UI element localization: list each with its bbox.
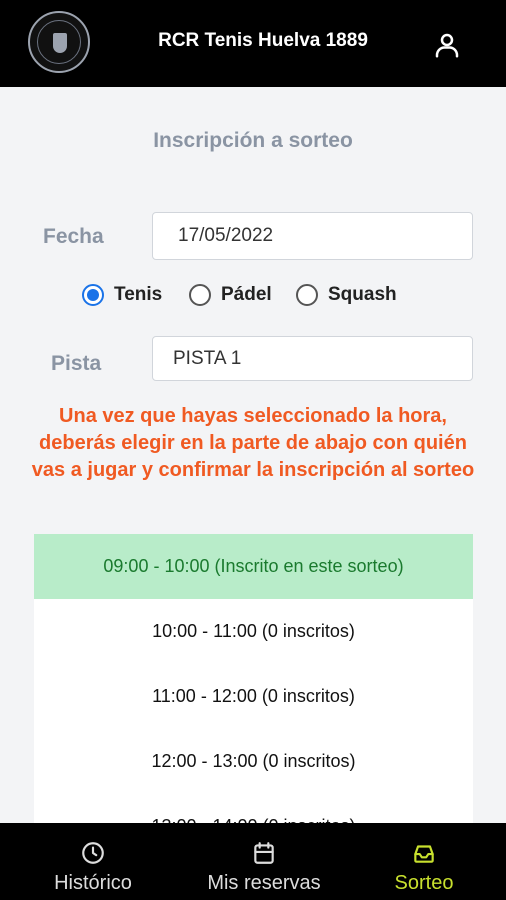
time-slot-list: 09:00 - 10:00 (Inscrito en este sorteo) … (34, 534, 473, 823)
radio-label-tenis: Tenis (114, 284, 163, 305)
radio-option-tenis[interactable]: Tenis (82, 281, 162, 309)
nav-label-historico: Histórico (54, 872, 132, 894)
fecha-label: Fecha (43, 225, 104, 248)
time-slot-item[interactable]: 12:00 - 13:00 (0 inscritos) (34, 729, 473, 794)
time-slot-item[interactable]: 13:00 - 14:00 (0 inscritos) (34, 794, 473, 823)
clock-icon (82, 842, 104, 864)
pista-select[interactable]: PISTA 1 (152, 336, 473, 381)
bottom-nav: Histórico Mis reservas Sorteo (0, 823, 506, 900)
warning-message: Una vez que hayas seleccionado la hora, … (31, 405, 475, 481)
app-title: RCR Tenis Huelva 1889 (158, 30, 368, 51)
page-title: Inscripción a sorteo (153, 129, 353, 152)
sport-radio-group: Tenis Pádel Squash (80, 281, 420, 309)
nav-label-mis-reservas: Mis reservas (207, 872, 321, 894)
time-slot-item[interactable]: 10:00 - 11:00 (0 inscritos) (34, 599, 473, 664)
radio-label-padel: Pádel (221, 284, 272, 305)
pista-label: Pista (51, 352, 102, 375)
calendar-icon (254, 842, 274, 864)
nav-historico[interactable]: Histórico (28, 823, 158, 900)
fecha-field[interactable]: 17/05/2022 (152, 212, 473, 260)
nav-sorteo[interactable]: Sorteo (374, 823, 474, 900)
inbox-icon (414, 845, 434, 863)
radio-squash[interactable] (296, 284, 318, 306)
app-header: RCR Tenis Huelva 1889 (0, 0, 506, 87)
user-icon[interactable] (432, 30, 462, 60)
club-crest-icon (28, 11, 90, 73)
radio-tenis[interactable] (82, 284, 104, 306)
radio-option-squash[interactable]: Squash (296, 281, 397, 309)
radio-label-squash: Squash (328, 284, 397, 305)
main-content: Inscripción a sorteo Fecha 17/05/2022 Te… (0, 87, 506, 823)
nav-label-sorteo: Sorteo (394, 872, 454, 894)
nav-mis-reservas[interactable]: Mis reservas (188, 823, 340, 900)
radio-padel[interactable] (189, 284, 211, 306)
time-slot-item[interactable]: 09:00 - 10:00 (Inscrito en este sorteo) (34, 534, 473, 599)
radio-option-padel[interactable]: Pádel (189, 281, 272, 309)
time-slot-item[interactable]: 11:00 - 12:00 (0 inscritos) (34, 664, 473, 729)
